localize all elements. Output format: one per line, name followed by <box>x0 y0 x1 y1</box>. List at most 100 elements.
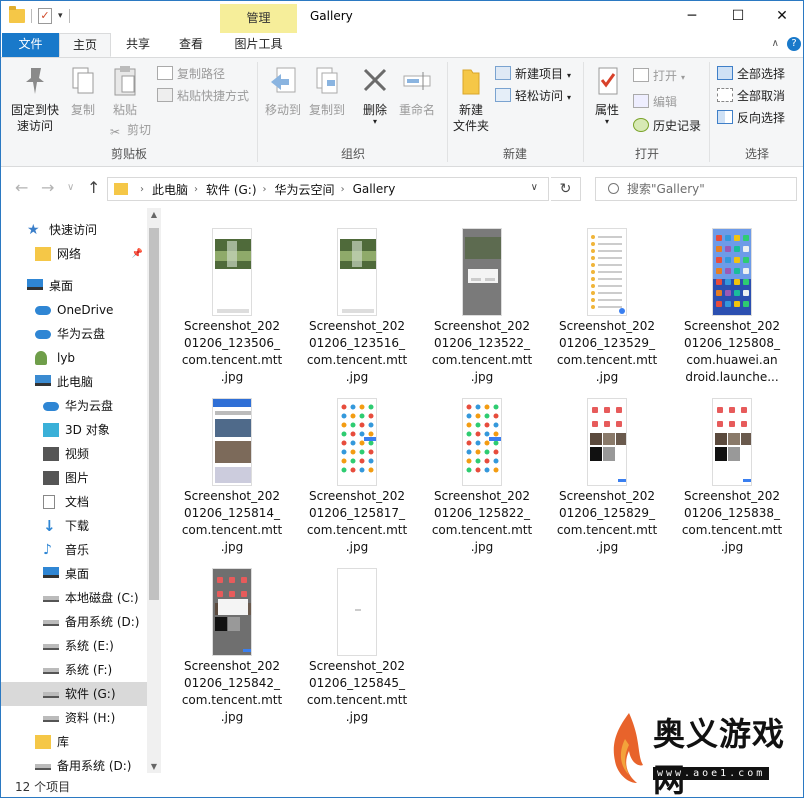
scissors-icon: ✂ <box>109 125 121 139</box>
breadcrumb-gallery[interactable]: Gallery <box>353 182 396 196</box>
nav-item[interactable]: 库 <box>1 730 147 754</box>
edit-button[interactable]: 编辑 <box>633 92 677 112</box>
nav-item[interactable]: ★ 快速访问 <box>1 218 147 242</box>
file-item[interactable]: Screenshot_202 01206_125842_ com.tencent.m… <box>171 556 293 726</box>
nav-item[interactable]: 桌面 <box>1 562 147 586</box>
rename-button[interactable]: 重命名 <box>395 64 439 118</box>
folder-icon[interactable] <box>9 6 25 23</box>
scroll-down-icon[interactable]: ▼ <box>147 762 161 771</box>
nav-item-label: 快速访问 <box>49 223 98 237</box>
recent-locations-icon[interactable]: ∨ <box>67 182 74 193</box>
nav-item[interactable]: 此电脑 <box>1 370 147 394</box>
nav-item[interactable]: OneDrive <box>1 298 147 322</box>
file-item[interactable]: Screenshot_202 01206_125822_ com.tencent.m… <box>421 386 543 556</box>
up-arrow-icon[interactable]: ↑ <box>87 178 100 197</box>
open-button[interactable]: 打开 ▾ <box>633 66 685 86</box>
properties-dropdown-icon[interactable]: ▾ <box>587 118 627 126</box>
breadcrumb-huawei-cloud[interactable]: 华为云空间 <box>275 181 335 198</box>
tab-view[interactable]: 查看 <box>165 33 217 57</box>
history-button[interactable]: 历史记录 <box>633 116 701 136</box>
paste-shortcut-button[interactable]: 粘贴快捷方式 <box>157 86 249 106</box>
nav-item[interactable]: 资料 (H:) <box>1 706 147 730</box>
nav-item[interactable]: 视频 <box>1 442 147 466</box>
breadcrumb-drive-g[interactable]: 软件 (G:) <box>206 181 257 198</box>
nav-scrollbar[interactable]: ▲ ▼ <box>147 208 161 773</box>
chevron-down-icon[interactable]: ∨ <box>531 182 538 193</box>
cloud-icon <box>35 306 51 315</box>
pin-quick-access-button[interactable]: 固定到快 速访问 <box>7 64 63 134</box>
nav-item[interactable]: 华为云盘 <box>1 322 147 346</box>
file-item[interactable]: Screenshot_202 01206_125808_ com.huawei.an… <box>671 216 793 386</box>
chevron-right-icon[interactable]: › <box>341 184 345 195</box>
file-item[interactable]: Screenshot_202 01206_125817_ com.tencent.m… <box>296 386 418 556</box>
copy-path-button[interactable]: 复制路径 <box>157 64 225 84</box>
nav-item[interactable]: ♪ 音乐 <box>1 538 147 562</box>
tab-picture-tools[interactable]: 图片工具 <box>220 33 297 57</box>
delete-button[interactable]: 删除 ▾ <box>357 64 393 126</box>
nav-item[interactable]: 华为云盘 <box>1 394 147 418</box>
properties-button[interactable]: 属性 ▾ <box>587 64 627 126</box>
context-tab-manage[interactable]: 管理 <box>220 4 297 33</box>
paste-shortcut-icon <box>157 88 173 102</box>
nav-item[interactable]: 图片 <box>1 466 147 490</box>
paste-button[interactable]: 粘贴 <box>105 64 145 118</box>
file-item[interactable]: Screenshot_202 01206_125829_ com.tencent.m… <box>546 386 668 556</box>
tab-file[interactable]: 文件 <box>2 33 59 57</box>
select-none-button[interactable]: 全部取消 <box>717 86 785 106</box>
file-item[interactable]: Screenshot_202 01206_123516_ com.tencent.m… <box>296 216 418 386</box>
tab-home[interactable]: 主页 <box>59 33 111 57</box>
nav-item-label: lyb <box>57 351 76 365</box>
close-button[interactable]: ✕ <box>759 1 803 31</box>
back-arrow-icon[interactable]: ← <box>15 178 28 197</box>
nav-item[interactable]: 网络 📌 <box>1 242 147 266</box>
new-item-button[interactable]: 新建项目 ▾ <box>495 64 571 84</box>
cut-button[interactable]: ✂ 剪切 <box>107 120 151 140</box>
invert-selection-button[interactable]: 反向选择 <box>717 108 785 128</box>
nav-item[interactable]: 文档 <box>1 490 147 514</box>
chevron-right-icon[interactable]: › <box>140 184 144 195</box>
scrollbar-thumb[interactable] <box>149 228 159 600</box>
copy-button[interactable]: 复制 <box>63 64 103 118</box>
refresh-icon[interactable]: ↻ <box>551 177 581 201</box>
move-to-button[interactable]: 移动到 <box>261 64 305 118</box>
customize-toolbar-dropdown[interactable]: ▾ <box>58 11 63 21</box>
breadcrumb-this-pc[interactable]: 此电脑 <box>152 181 188 198</box>
scroll-up-icon[interactable]: ▲ <box>147 210 161 219</box>
chevron-right-icon[interactable]: › <box>263 184 267 195</box>
maximize-button[interactable]: ☐ <box>715 1 761 31</box>
file-item[interactable]: Screenshot_202 01206_125838_ com.tencent.m… <box>671 386 793 556</box>
nav-item[interactable]: 系统 (E:) <box>1 634 147 658</box>
nav-item[interactable]: lyb <box>1 346 147 370</box>
file-item[interactable]: Screenshot_202 01206_125845_ com.tencent.m… <box>296 556 418 726</box>
divider <box>31 9 32 23</box>
copy-to-button[interactable]: 复制到 <box>305 64 349 118</box>
forward-arrow-icon[interactable]: → <box>41 178 54 197</box>
file-item[interactable]: Screenshot_202 01206_123506_ com.tencent.m… <box>171 216 293 386</box>
properties-icon[interactable]: ✓ <box>38 8 52 24</box>
tab-share[interactable]: 共享 <box>113 33 163 57</box>
minimize-button[interactable]: ─ <box>669 1 715 31</box>
delete-dropdown-icon[interactable]: ▾ <box>357 118 393 126</box>
screenshot-thumbnail-image <box>712 228 752 316</box>
address-bar[interactable]: › 此电脑 › 软件 (G:) › 华为云空间 › Gallery ∨ <box>107 177 549 201</box>
collapse-ribbon-icon[interactable]: ∧ <box>772 38 779 49</box>
nav-item[interactable]: 系统 (F:) <box>1 658 147 682</box>
file-item[interactable]: Screenshot_202 01206_123529_ com.tencent.m… <box>546 216 668 386</box>
nav-item-label: 视频 <box>65 447 90 461</box>
chevron-right-icon[interactable]: › <box>194 184 198 195</box>
select-all-button[interactable]: 全部选择 <box>717 64 785 84</box>
file-item[interactable]: Screenshot_202 01206_123522_ com.tencent.m… <box>421 216 543 386</box>
nav-item[interactable]: 3D 对象 <box>1 418 147 442</box>
ribbon: 固定到快 速访问 复制 粘贴 复制路径 粘贴快捷方式 ✂ 剪切 剪贴板 移动到 … <box>1 57 803 167</box>
help-icon[interactable]: ? <box>787 37 801 51</box>
easy-access-button[interactable]: 轻松访问 ▾ <box>495 86 571 106</box>
nav-item[interactable]: 软件 (G:) <box>1 682 147 706</box>
file-name-line: com.tencent.mtt <box>556 353 658 367</box>
nav-item[interactable]: 桌面 <box>1 274 147 298</box>
file-item[interactable]: Screenshot_202 01206_125814_ com.tencent.m… <box>171 386 293 556</box>
nav-item[interactable]: ↓ 下载 <box>1 514 147 538</box>
new-folder-button[interactable]: 新建 文件夹 <box>449 64 493 134</box>
search-input[interactable]: 搜索"Gallery" <box>595 177 797 201</box>
nav-item[interactable]: 备用系统 (D:) <box>1 610 147 634</box>
nav-item[interactable]: 本地磁盘 (C:) <box>1 586 147 610</box>
